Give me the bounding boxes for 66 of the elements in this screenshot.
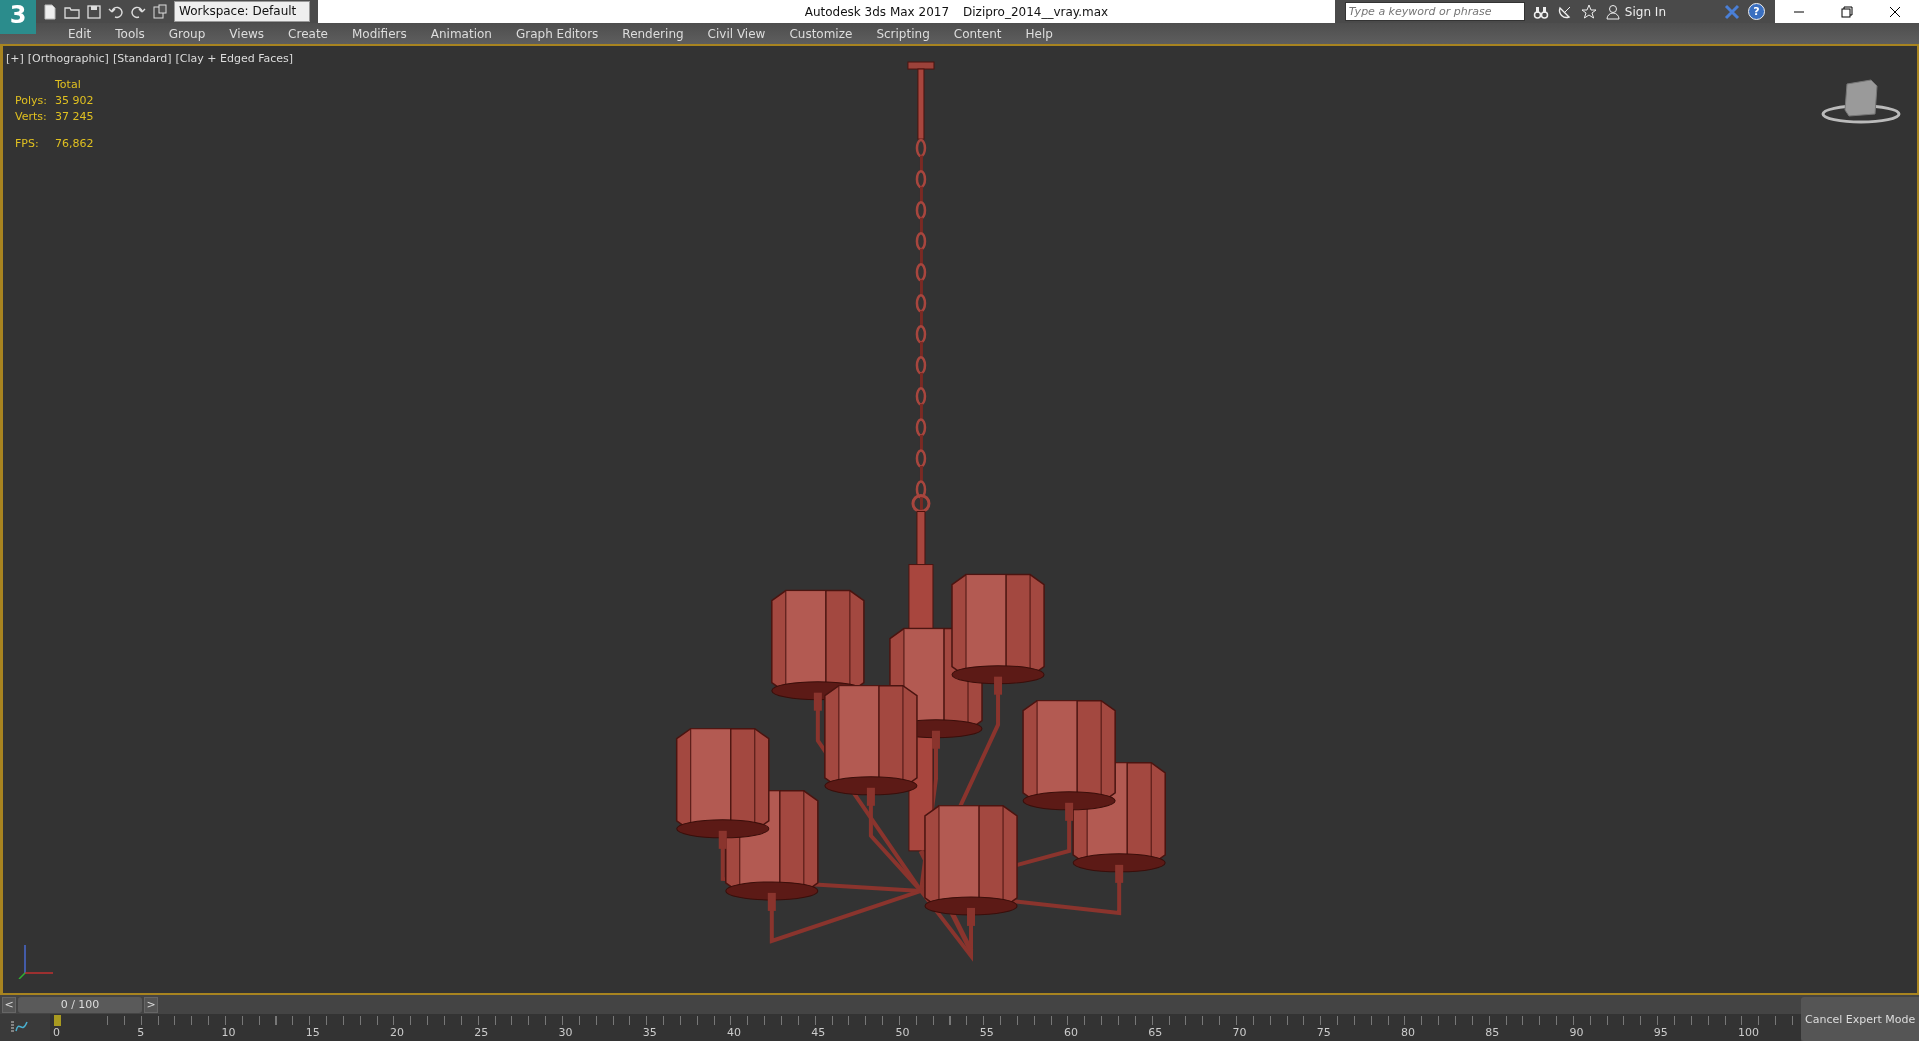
frame-number: 50 [895, 1026, 910, 1039]
timeline-ruler[interactable]: 0 5 10 15 20 25 30 35 40 45 50 55 60 65 70 75 80 85 90 95 100 [50, 1014, 1801, 1041]
frame-number: 0 [53, 1026, 60, 1039]
frame-number: 90 [1569, 1026, 1584, 1039]
stat-label: Polys: [15, 94, 48, 107]
frame-number: 25 [474, 1026, 489, 1039]
help-button[interactable]: ? [1748, 3, 1765, 20]
previous-frame-button[interactable]: < [2, 996, 16, 1013]
search-field[interactable]: Type a keyword or phrase [1344, 2, 1525, 21]
menu-item[interactable]: Graph Editors [503, 26, 611, 41]
user-icon [1604, 3, 1621, 20]
frame-number: 35 [642, 1026, 657, 1039]
menu-item[interactable]: Modifiers [339, 26, 419, 41]
viewport-label[interactable]: [+] [6, 52, 24, 65]
menu-item[interactable]: Views [217, 26, 277, 41]
new-file-icon[interactable] [42, 3, 58, 20]
frame-number: 65 [1148, 1026, 1163, 1039]
viewport-label[interactable]: [Clay + Edged Faces] [175, 52, 294, 65]
viewport-label[interactable]: [Orthographic] [27, 52, 109, 65]
menu-item[interactable]: Group [156, 26, 218, 41]
frame-number: 20 [390, 1026, 404, 1039]
frame-number: 75 [1316, 1026, 1331, 1039]
next-frame-button[interactable]: > [144, 996, 158, 1013]
menu-item[interactable]: Animation [418, 26, 504, 41]
fps-label: FPS: [15, 137, 40, 150]
time-slider-thumb[interactable]: 0 / 100 [18, 996, 142, 1013]
menu-item[interactable]: Civil View [695, 26, 778, 41]
cancel-expert-mode-button[interactable]: Cancel Expert Mode [1801, 997, 1919, 1041]
frame-number: 40 [727, 1026, 741, 1039]
fps-value: 76,862 [55, 137, 94, 150]
menu-item[interactable]: Tools [103, 26, 157, 41]
app-title: Autodesk 3ds Max 2017 [804, 4, 950, 19]
frame-number: 55 [979, 1026, 994, 1039]
menu-item[interactable]: Scripting [864, 26, 942, 41]
frame-number: 80 [1401, 1026, 1415, 1039]
frame-number: 100 [1738, 1026, 1759, 1039]
stat-label: Verts: [15, 110, 48, 123]
menu-item[interactable]: Content [941, 26, 1014, 41]
stat-value: 37 245 [55, 110, 94, 123]
menu-item[interactable]: Edit [56, 26, 104, 41]
menu-item[interactable]: Create [276, 26, 340, 41]
project-icon[interactable] [152, 3, 168, 20]
menu-item[interactable]: Help [1013, 26, 1065, 41]
frame-number: 45 [811, 1026, 826, 1039]
menu-item[interactable]: Customize [777, 26, 865, 41]
sign-in-button[interactable]: Sign In [1604, 3, 1716, 20]
star-icon[interactable] [1580, 3, 1597, 20]
file-name: Dizipro_2014__vray.max [963, 4, 1109, 19]
frame-number: 5 [137, 1026, 145, 1039]
menu-item[interactable]: Rendering [610, 26, 696, 41]
save-icon[interactable] [86, 3, 102, 20]
viewcube-icon[interactable] [1821, 76, 1901, 126]
frame-number: 30 [558, 1026, 573, 1039]
frame-number: 70 [1232, 1026, 1247, 1039]
frame-number: 10 [221, 1026, 236, 1039]
frame-number: 60 [1064, 1026, 1078, 1039]
stats-header: Total [55, 78, 82, 91]
frame-number: 95 [1653, 1026, 1668, 1039]
frame-number: 85 [1485, 1026, 1500, 1039]
frame-number: 15 [305, 1026, 320, 1039]
stat-value: 35 902 [55, 94, 94, 107]
curve-editor-icon[interactable] [10, 1019, 30, 1035]
current-frame-marker[interactable] [54, 1015, 61, 1026]
app-logo[interactable]: 3 [0, 0, 36, 34]
workspace-dropdown[interactable]: Workspace: Default [174, 1, 310, 22]
viewport-label[interactable]: [Standard] [112, 52, 172, 65]
